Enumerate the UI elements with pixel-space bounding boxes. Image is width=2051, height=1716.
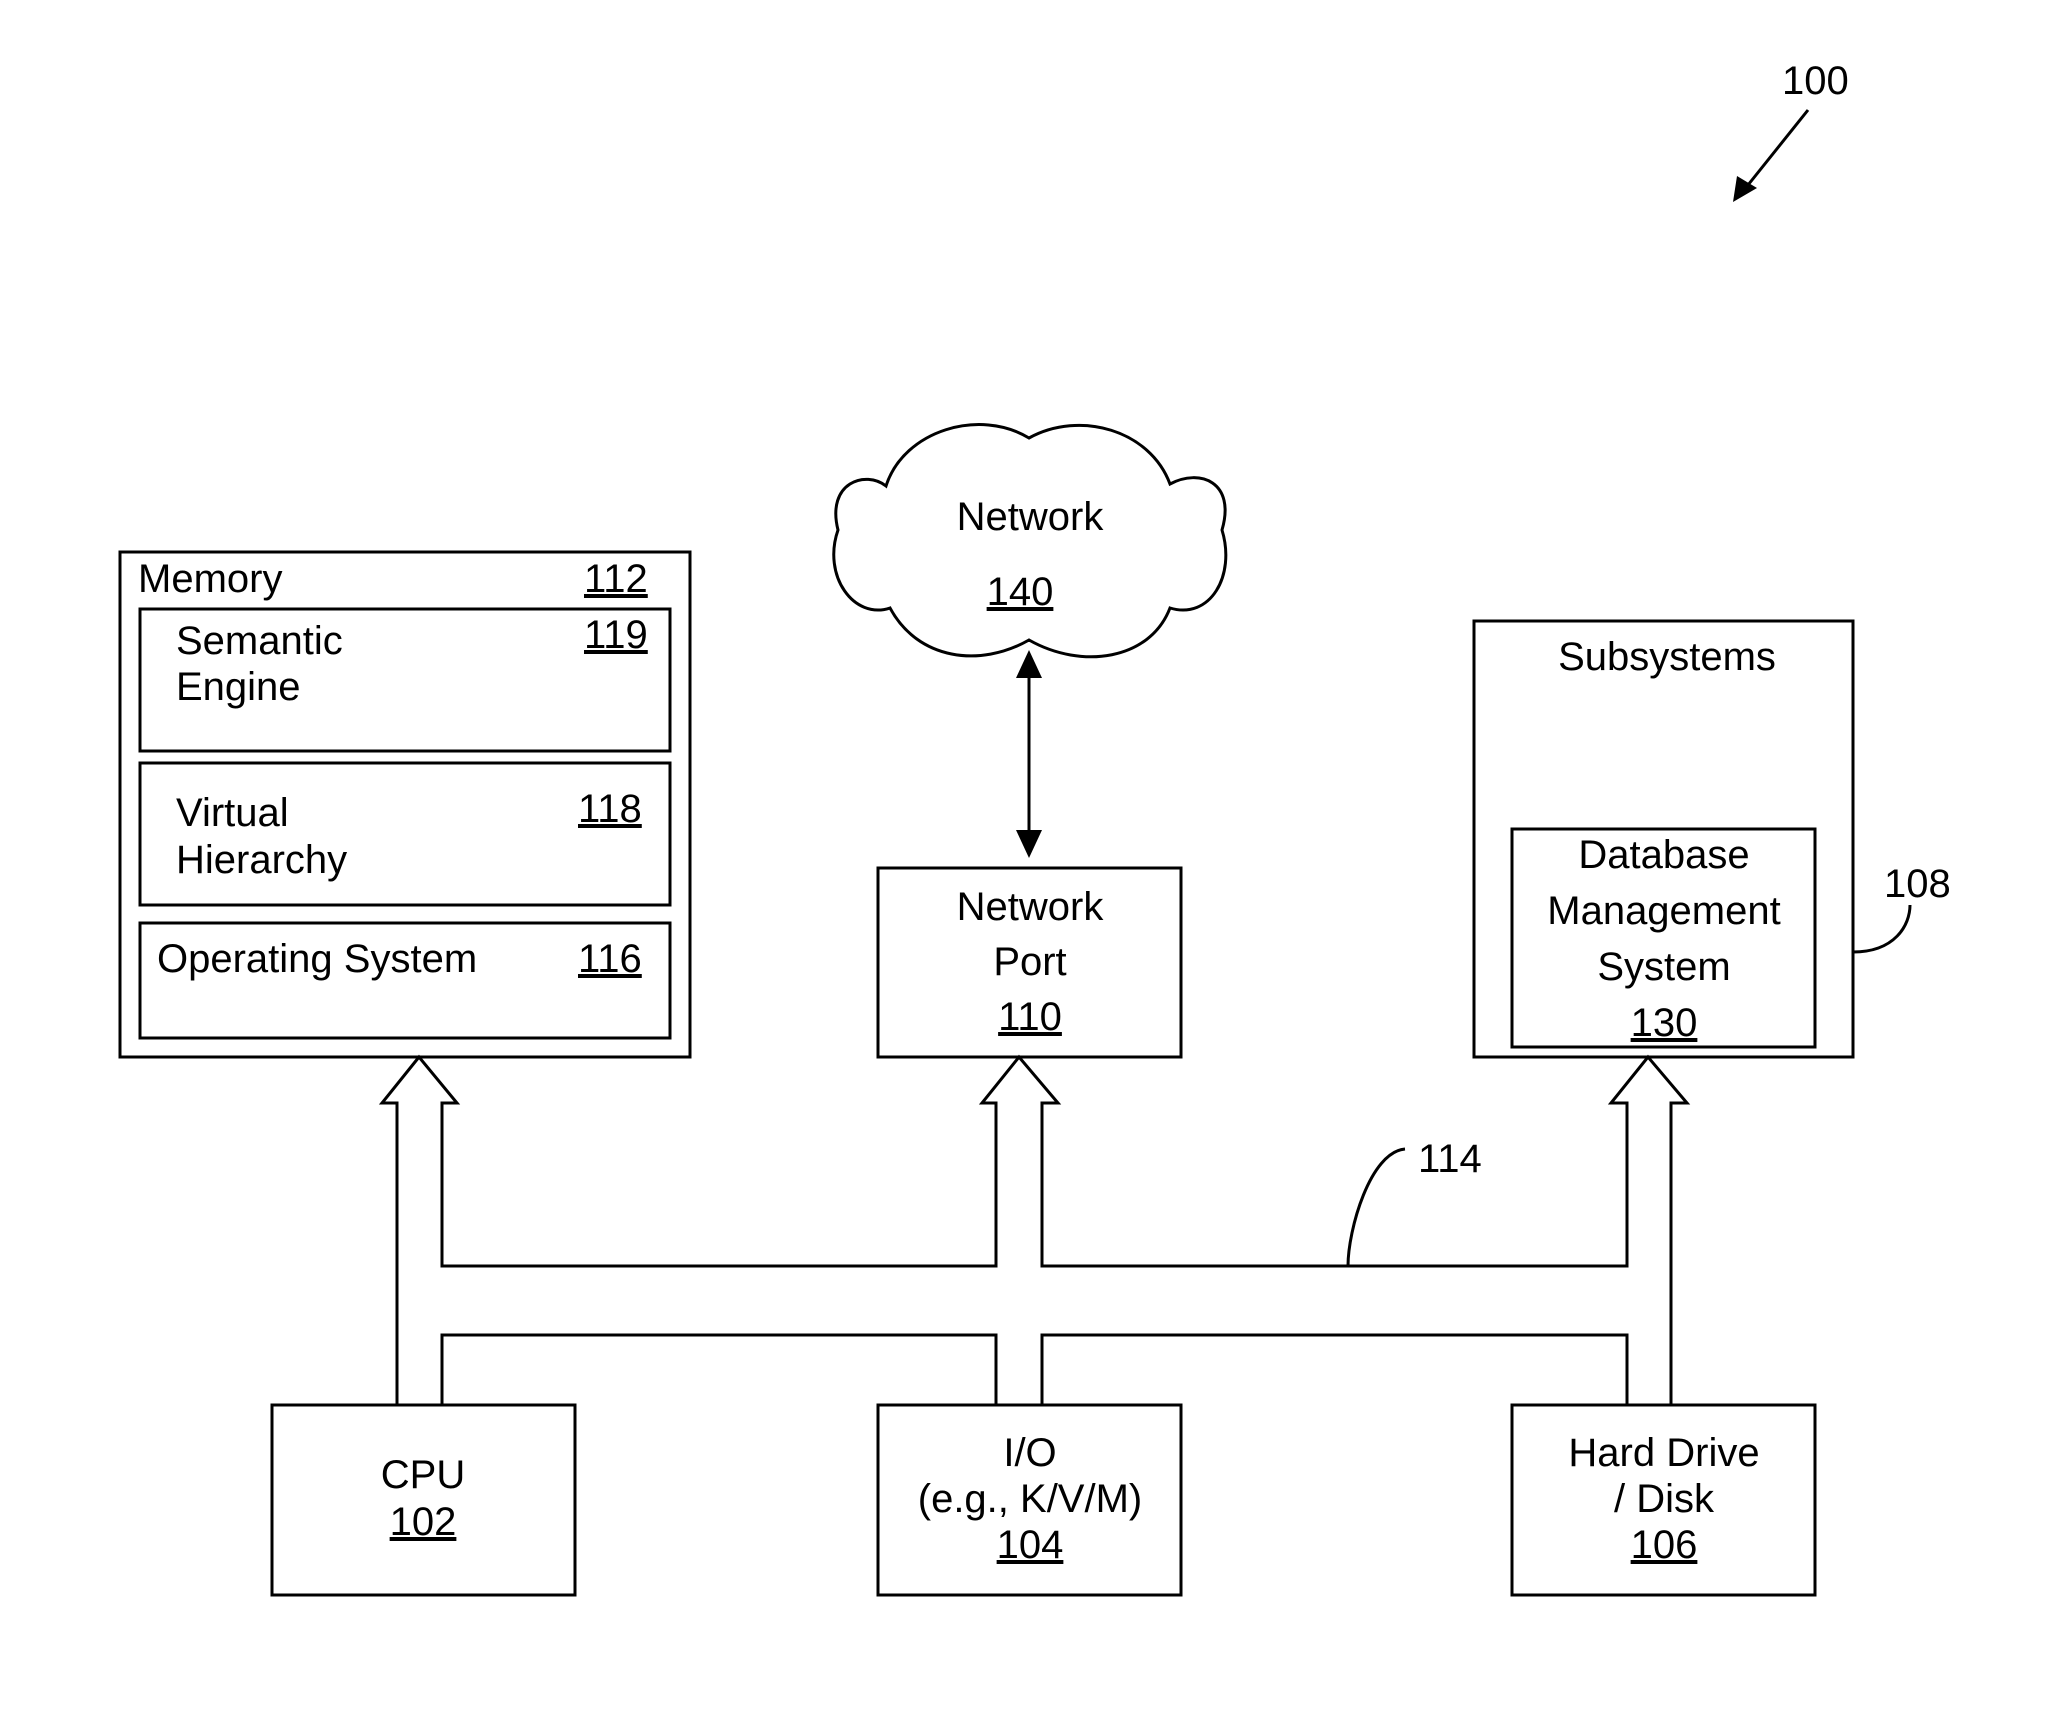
dbms-label-line2: Management [1547,889,1780,933]
dbms-block: Database Management System 130 [1510,827,1817,1049]
io-ref: 104 [997,1523,1064,1567]
memory-block: Memory 112 Semantic Engine 119 Virtual H… [118,550,692,1059]
semantic-engine-label-line2: Engine [176,665,301,709]
figure-ref-arrow-icon [1733,109,1810,202]
hard-drive-block: Hard Drive / Disk 106 [1510,1403,1817,1597]
io-label-line1: I/O [1003,1431,1056,1475]
semantic-engine-label-line1: Semantic [176,619,343,663]
network-cloud: Network 140 [832,423,1228,659]
semantic-engine-ref: 119 [584,613,648,657]
operating-system-block: Operating System 116 [138,921,672,1040]
network-ref: 140 [987,570,1054,614]
virtual-hierarchy-block: Virtual Hierarchy 118 [138,761,672,907]
network-port-block: Network Port 110 [876,866,1183,1059]
hard-drive-label-line1: Hard Drive [1568,1431,1759,1475]
virtual-hierarchy-label-line1: Virtual [176,791,289,835]
network-port-label-line1: Network [957,885,1105,929]
network-title: Network [957,495,1105,539]
semantic-engine-block: Semantic Engine 119 [138,607,672,753]
cloud-icon [832,423,1228,659]
virtual-hierarchy-ref: 118 [578,787,642,831]
subsystems-title: Subsystems [1558,635,1776,679]
bus-ref-leader [1346,1147,1406,1267]
bus-ref: 114 [1418,1137,1482,1181]
memory-ref: 112 [584,557,648,601]
io-label-line2: (e.g., K/V/M) [918,1477,1143,1521]
virtual-hierarchy-label-line2: Hierarchy [176,838,347,882]
network-port-connection-arrow-icon [1016,650,1042,858]
system-diagram: 100 Memory 112 Semantic Engine 119 Virtu… [118,59,1951,1597]
cpu-block: CPU 102 [270,1403,577,1597]
network-port-label-line2: Port [993,940,1066,984]
figure-ref-label: 100 [1782,59,1849,103]
dbms-label-line3: System [1597,945,1730,989]
subsystems-block: Subsystems Database Management System 13… [1472,619,1855,1059]
hard-drive-ref: 106 [1631,1523,1698,1567]
dbms-label-line1: Database [1578,833,1749,877]
cpu-label: CPU [381,1453,465,1497]
hard-drive-label-line2: / Disk [1614,1477,1715,1521]
io-block: I/O (e.g., K/V/M) 104 [876,1403,1183,1597]
memory-title: Memory [138,557,282,601]
operating-system-label: Operating System [157,937,477,981]
subsystems-ref: 108 [1884,862,1951,906]
dbms-ref: 130 [1631,1001,1698,1045]
cpu-ref: 102 [390,1500,457,1544]
subsystems-ref-leader [1852,904,1912,954]
operating-system-ref: 116 [578,937,642,981]
network-port-ref: 110 [998,995,1062,1039]
